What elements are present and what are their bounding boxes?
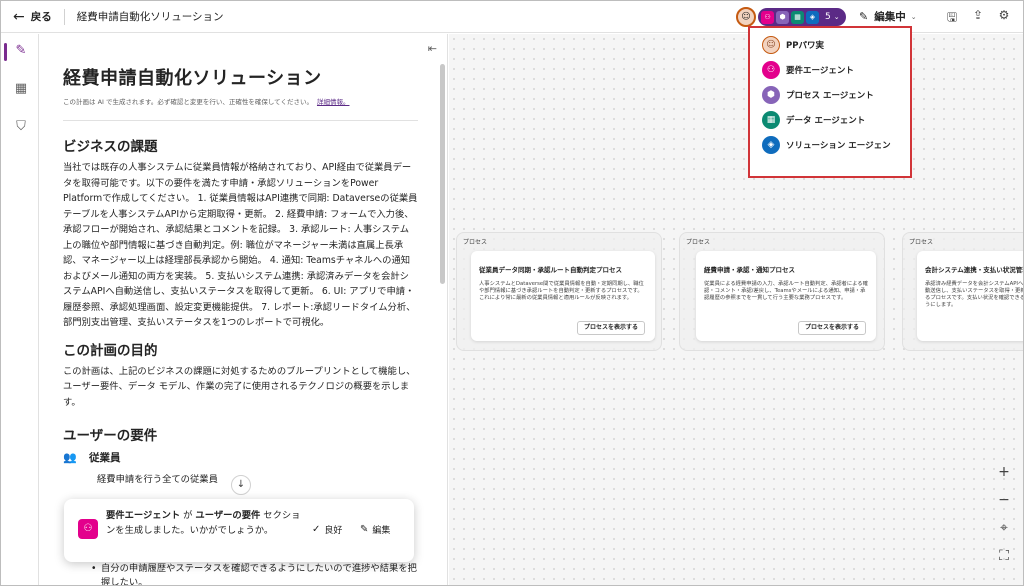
document-icon[interactable]: ✎ xyxy=(13,43,29,59)
solution-agent-icon: ◈ xyxy=(762,135,780,154)
agent-label: ソリューション エージェン xyxy=(786,140,891,151)
chevron-down-icon: ⌄ xyxy=(910,12,917,21)
view-process-button[interactable]: プロセスを表示する xyxy=(797,321,866,335)
chevron-down-icon: ⌄ xyxy=(833,13,840,21)
collaborators-group[interactable]: ☺ ⚇ ⬢ ▦ ◈ 5 ⌄ xyxy=(736,6,846,28)
share-icon[interactable]: ⇪ xyxy=(971,8,985,29)
scrollbar[interactable] xyxy=(440,64,445,284)
save-icon[interactable]: 🖫 xyxy=(945,8,959,29)
requirements-agent-icon: ⚇ xyxy=(761,10,774,24)
process-lane: プロセス 従業員データ同期・承認ルート自動判定プロセス 人事システムとDatav… xyxy=(456,232,662,351)
agent-label: PPパワ実 xyxy=(786,40,824,51)
good-label: 良好 xyxy=(324,526,343,536)
arrow-left-icon: ← xyxy=(13,8,25,25)
section-heading-purpose: この計画の目的 xyxy=(63,342,158,359)
lane-tag: プロセス xyxy=(909,239,934,246)
agents-pill[interactable]: ⚇ ⬢ ▦ ◈ 5 ⌄ xyxy=(758,8,846,26)
card-description: 人事システムとDataverse間で従業員情報を自動・定期同期し、職位や部門情報… xyxy=(479,281,644,301)
process-card[interactable]: 会計システム連携・支払い状況管理 承認済み経費データを会計システムAPIへ自動送… xyxy=(917,251,1024,341)
purpose-text: この計画は、上記のビジネスの課題に対処するためのブループリントとして機能し、ユー… xyxy=(63,365,416,408)
top-actions: 🖫 ⇪ ⚙ xyxy=(945,8,1011,29)
toast-text-1: が xyxy=(180,510,196,521)
process-card[interactable]: 従業員データ同期・承認ルート自動判定プロセス 人事システムとDataverse間… xyxy=(471,251,655,341)
card-description: 承認済み経費データを会計システムAPIへ自動送信し、支払いステータスを取得・更新… xyxy=(925,281,1024,308)
process-lane: プロセス 経費申請・承認・通知プロセス 従業員による経費申請の入力、承認ルート自… xyxy=(679,232,885,351)
left-rail: ✎ ▦ ⛉ xyxy=(1,34,39,585)
document-title: 経費申請自動化ソリューション xyxy=(63,68,322,89)
edit-button[interactable]: ✎ 編集 xyxy=(360,523,390,536)
business-problem-text: 当社では既存の人事システムに従業員情報が格納されており、API経由で従業員データ… xyxy=(63,162,418,328)
agents-dropdown: ☺ PPパワ実 ⚇ 要件エージェント ⬢ プロセス エージェント ▦ データ エ… xyxy=(748,26,912,178)
zoom-controls: + − ⌖ ⛶ xyxy=(996,464,1012,564)
user-group-description: 経費申請を行う全ての従業員 xyxy=(97,474,218,485)
table-icon[interactable]: ▦ xyxy=(13,81,29,97)
section-heading-business-problem: ビジネスの課題 xyxy=(63,139,158,155)
checkmark-icon: ✓ xyxy=(312,524,321,535)
agent-label: データ エージェント xyxy=(786,115,866,126)
process-card[interactable]: 経費申請・承認・通知プロセス 従業員による経費申請の入力、承認ルート自動判定、承… xyxy=(696,251,876,341)
card-title: 従業員データ同期・承認ルート自動判定プロセス xyxy=(479,266,622,274)
agent-count: 5 xyxy=(825,12,831,22)
disclaimer-text: この計画は AI で生成されます。必ず確認と変更を行い、正確性を確保してください… xyxy=(63,98,313,106)
data-agent-icon: ▦ xyxy=(762,110,780,129)
agent-item-solution[interactable]: ◈ ソリューション エージェン xyxy=(754,132,906,157)
good-button[interactable]: ✓ 良好 xyxy=(312,523,342,536)
process-agent-icon: ⬢ xyxy=(762,85,780,104)
agent-label: プロセス エージェント xyxy=(786,90,874,101)
data-agent-icon: ▦ xyxy=(791,10,804,24)
requirements-agent-icon: ⚇ xyxy=(78,519,98,539)
fit-view-icon[interactable]: ⌖ xyxy=(996,520,1012,536)
toast-message: 要件エージェント が ユーザーの要件 セクションを生成しました。いかがでしょうか… xyxy=(106,508,306,538)
learn-more-link[interactable]: 詳細情報。 xyxy=(317,98,350,106)
divider xyxy=(63,120,418,121)
people-icon: 👥 xyxy=(63,450,77,464)
lane-tag: プロセス xyxy=(686,239,711,246)
user-avatar-icon: ☺ xyxy=(762,35,780,54)
collapse-panel-icon[interactable]: ⇤ xyxy=(428,42,437,55)
requirement-bullet: 自分の申請履歴やステータスを確認できるようにしたいので進捗や結果を把握したい。 xyxy=(91,562,421,585)
process-lane: プロセス 会計システム連携・支払い状況管理 承認済み経費データを会計システムAP… xyxy=(902,232,1024,351)
settings-icon[interactable]: ⚙ xyxy=(997,8,1011,29)
back-button[interactable]: ← 戻る xyxy=(13,5,52,29)
user-avatar[interactable]: ☺ xyxy=(736,7,756,27)
edit-mode-label: 編集中 xyxy=(874,11,906,23)
lane-tag: プロセス xyxy=(463,239,488,246)
edit-mode-button[interactable]: ✎ 編集中 ⌄ xyxy=(859,9,917,24)
zoom-out-icon[interactable]: − xyxy=(996,492,1012,508)
app-window: ← 戻る 経費申請自動化ソリューション ☺ ⚇ ⬢ ▦ ◈ 5 ⌄ ✎ 編集中 … xyxy=(0,0,1024,586)
pencil-icon: ✎ xyxy=(859,10,869,23)
active-indicator xyxy=(4,43,7,61)
map-icon[interactable]: ⛶ xyxy=(996,548,1012,564)
agents-list: ☺ PPパワ実 ⚇ 要件エージェント ⬢ プロセス エージェント ▦ データ エ… xyxy=(754,32,906,157)
view-process-button[interactable]: プロセスを表示する xyxy=(576,321,645,335)
zoom-in-icon[interactable]: + xyxy=(996,464,1012,480)
user-group-employee: 👥 従業員 xyxy=(63,450,418,465)
agent-label: 要件エージェント xyxy=(786,65,854,76)
card-description: 従業員による経費申請の入力、承認ルート自動判定、承認者による確認・コメント・承認… xyxy=(704,281,868,301)
process-canvas[interactable]: プロセス 従業員データ同期・承認ルート自動判定プロセス 人事システムとDatav… xyxy=(449,34,1024,585)
agent-item-requirements[interactable]: ⚇ 要件エージェント xyxy=(754,57,906,82)
divider xyxy=(63,8,65,25)
pencil-icon: ✎ xyxy=(360,524,369,535)
agent-item-process[interactable]: ⬢ プロセス エージェント xyxy=(754,82,906,107)
card-title: 経費申請・承認・通知プロセス xyxy=(704,266,795,274)
agent-item-data[interactable]: ▦ データ エージェント xyxy=(754,107,906,132)
toast-agent-name: 要件エージェント xyxy=(106,510,181,521)
solution-agent-icon: ◈ xyxy=(806,10,819,24)
card-title: 会計システム連携・支払い状況管理 xyxy=(925,266,1024,274)
toast-section-name: ユーザーの要件 xyxy=(195,510,261,521)
app-title: 経費申請自動化ソリューション xyxy=(76,11,224,23)
agent-feedback-toast: ⚇ 要件エージェント が ユーザーの要件 セクションを生成しました。いかがでしょ… xyxy=(64,499,414,562)
scroll-down-button[interactable]: ↓ xyxy=(231,475,251,495)
agent-item-user[interactable]: ☺ PPパワ実 xyxy=(754,32,906,57)
back-label: 戻る xyxy=(30,11,52,23)
requirements-agent-icon: ⚇ xyxy=(762,60,780,79)
security-icon[interactable]: ⛉ xyxy=(13,119,29,135)
edit-label: 編集 xyxy=(372,526,391,536)
process-agent-icon: ⬢ xyxy=(776,10,789,24)
plan-document: 経費申請自動化ソリューション この計画は AI で生成されます。必ず確認と変更を… xyxy=(63,64,418,485)
ai-disclaimer: この計画は AI で生成されます。必ず確認と変更を行い、正確性を確保してください… xyxy=(63,96,418,106)
user-group-label: 従業員 xyxy=(89,452,121,464)
section-heading-user-requirements: ユーザーの要件 xyxy=(63,428,158,444)
